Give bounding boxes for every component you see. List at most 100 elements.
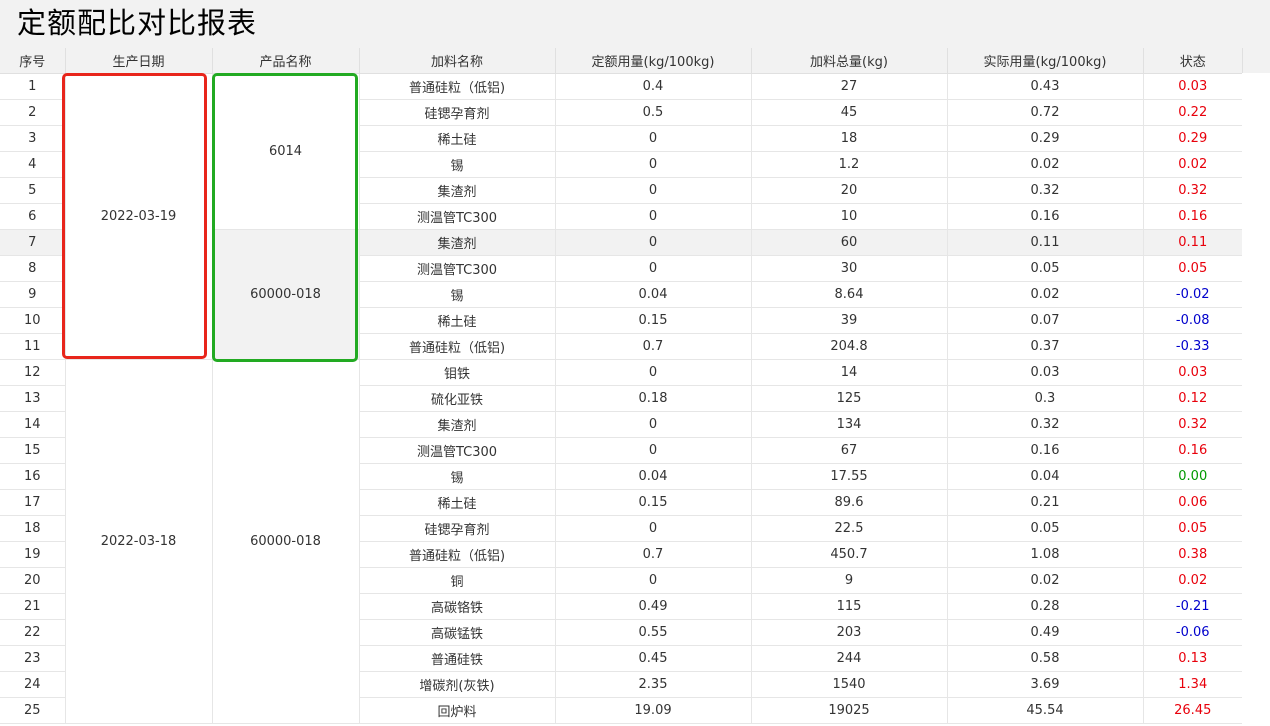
cell-status: -0.08	[1142, 307, 1242, 334]
cell-total: 45	[750, 99, 947, 126]
cell-material: 硫化亚铁	[358, 385, 555, 412]
cell-quota: 0.45	[554, 645, 751, 672]
cell-seq: 9	[0, 281, 65, 308]
cell-quota: 19.09	[554, 697, 751, 724]
cell-status: 0.06	[1142, 489, 1242, 516]
cell-material: 高碳铬铁	[358, 593, 555, 620]
cell-quota: 0.49	[554, 593, 751, 620]
table-row[interactable]: 1 2022-03-19 6014 普通硅粒（低铝) 0.4 27 0.43 0…	[0, 73, 1242, 360]
cell-seq: 25	[0, 697, 65, 724]
cell-total: 1.2	[750, 151, 947, 178]
cell-status: -0.21	[1142, 593, 1242, 620]
cell-total: 125	[750, 385, 947, 412]
cell-seq: 8	[0, 255, 65, 282]
cell-material: 集渣剂	[358, 411, 555, 438]
cell-status: 0.38	[1142, 541, 1242, 568]
cell-total: 17.55	[750, 463, 947, 490]
cell-status: -0.33	[1142, 333, 1242, 360]
cell-actual: 45.54	[946, 697, 1143, 724]
cell-total: 60	[750, 229, 947, 256]
cell-total: 115	[750, 593, 947, 620]
cell-quota: 0.15	[554, 489, 751, 516]
cell-status: 0.11	[1142, 229, 1242, 256]
cell-total: 10	[750, 203, 947, 230]
cell-seq: 17	[0, 489, 65, 516]
col-header-date[interactable]: 生产日期	[64, 48, 212, 74]
cell-material: 普通硅粒（低铝)	[358, 333, 555, 360]
cell-status: 0.02	[1142, 567, 1242, 594]
cell-actual: 0.43	[946, 73, 1143, 100]
cell-total: 20	[750, 177, 947, 204]
cell-quota: 0.4	[554, 73, 751, 100]
col-header-quota[interactable]: 定额用量(kg/100kg)	[554, 48, 751, 74]
cell-quota: 0.15	[554, 307, 751, 334]
cell-quota: 0	[554, 229, 751, 256]
cell-quota: 0.5	[554, 99, 751, 126]
cell-actual: 1.08	[946, 541, 1143, 568]
cell-seq: 1	[0, 73, 65, 100]
cell-status: 0.00	[1142, 463, 1242, 490]
col-header-product[interactable]: 产品名称	[211, 48, 359, 74]
cell-quota: 0.18	[554, 385, 751, 412]
cell-material: 锡	[358, 463, 555, 490]
cell-actual: 0.02	[946, 151, 1143, 178]
page-title: 定额配比对比报表	[17, 6, 258, 40]
cell-quota: 0.04	[554, 463, 751, 490]
col-header-status[interactable]: 状态	[1142, 48, 1242, 74]
cell-actual: 0.3	[946, 385, 1143, 412]
header-row: 序号 生产日期 产品名称 加料名称 定额用量(kg/100kg) 加料总量(kg…	[0, 48, 1242, 74]
cell-seq: 22	[0, 619, 65, 646]
cell-seq: 14	[0, 411, 65, 438]
cell-quota: 2.35	[554, 671, 751, 698]
header-scroll-gutter	[1242, 48, 1270, 73]
cell-seq: 3	[0, 125, 65, 152]
col-header-material[interactable]: 加料名称	[358, 48, 555, 74]
cell-seq: 24	[0, 671, 65, 698]
table-row[interactable]: 12 2022-03-18 60000-018 钼铁 0 14 0.03 0.0…	[0, 359, 1242, 724]
cell-seq: 5	[0, 177, 65, 204]
cell-total: 244	[750, 645, 947, 672]
cell-material: 稀土硅	[358, 125, 555, 152]
cell-total: 18	[750, 125, 947, 152]
cell-product-group-a: 6014	[211, 73, 359, 230]
cell-material: 锡	[358, 151, 555, 178]
cell-seq: 21	[0, 593, 65, 620]
cell-material: 普通硅粒（低铝)	[358, 541, 555, 568]
cell-seq: 11	[0, 333, 65, 360]
cell-material: 锡	[358, 281, 555, 308]
cell-actual: 0.07	[946, 307, 1143, 334]
cell-material: 高碳锰铁	[358, 619, 555, 646]
cell-seq: 6	[0, 203, 65, 230]
cell-material: 铜	[358, 567, 555, 594]
cell-quota: 0.7	[554, 333, 751, 360]
cell-actual: 0.11	[946, 229, 1143, 256]
cell-status: 0.16	[1142, 203, 1242, 230]
cell-material: 测温管TC300	[358, 255, 555, 282]
cell-status: 0.12	[1142, 385, 1242, 412]
cell-total: 134	[750, 411, 947, 438]
cell-actual: 0.02	[946, 281, 1143, 308]
col-header-seq[interactable]: 序号	[0, 48, 65, 74]
cell-quota: 0	[554, 411, 751, 438]
cell-total: 8.64	[750, 281, 947, 308]
cell-date-group-a: 2022-03-19	[64, 73, 212, 360]
cell-actual: 0.58	[946, 645, 1143, 672]
cell-total: 450.7	[750, 541, 947, 568]
cell-actual: 0.72	[946, 99, 1143, 126]
cell-status: 0.22	[1142, 99, 1242, 126]
cell-total: 30	[750, 255, 947, 282]
cell-material: 稀土硅	[358, 489, 555, 516]
cell-quota: 0.04	[554, 281, 751, 308]
cell-seq: 13	[0, 385, 65, 412]
cell-seq: 23	[0, 645, 65, 672]
cell-seq: 4	[0, 151, 65, 178]
col-header-actual[interactable]: 实际用量(kg/100kg)	[946, 48, 1143, 74]
cell-status: 0.13	[1142, 645, 1242, 672]
cell-material: 增碳剂(灰铁)	[358, 671, 555, 698]
cell-actual: 0.03	[946, 359, 1143, 386]
cell-actual: 0.32	[946, 177, 1143, 204]
cell-quota: 0	[554, 567, 751, 594]
cell-total: 27	[750, 73, 947, 100]
col-header-total[interactable]: 加料总量(kg)	[750, 48, 947, 74]
cell-quota: 0	[554, 151, 751, 178]
